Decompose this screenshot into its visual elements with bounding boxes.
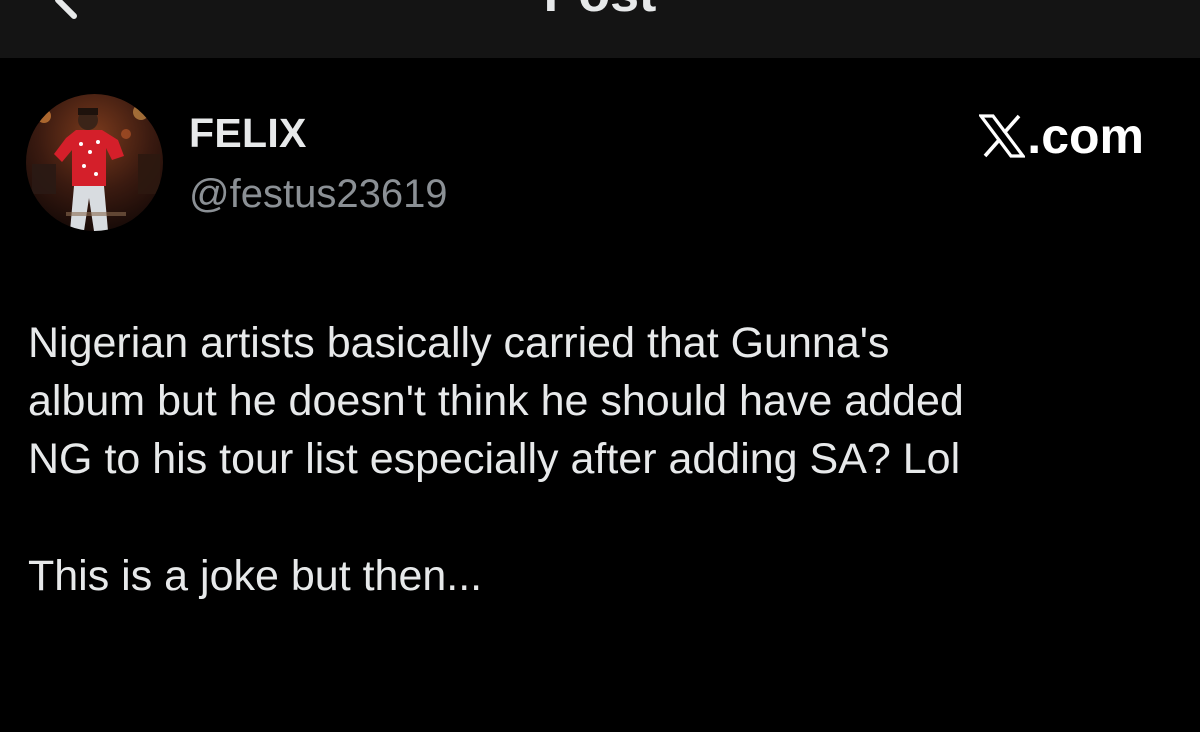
author-handle[interactable]: @festus23619 [189, 170, 448, 218]
top-navigation-bar: Post [0, 0, 1200, 58]
page-title: Post [0, 0, 1200, 24]
tweet-text-line: NG to his tour list especially after add… [28, 435, 961, 483]
tweet-text-line: Nigerian artists basically carried that … [28, 319, 890, 367]
source-brand: .com [979, 108, 1144, 164]
tweet-text-line: album but he doesn't think he should hav… [28, 377, 964, 425]
avatar[interactable] [26, 94, 163, 231]
source-domain-label: .com [1027, 108, 1144, 164]
tweet-closing-line: This is a joke but then... [28, 552, 483, 600]
tweet-text: Nigerian artists basically carried that … [28, 314, 1178, 605]
x-logo-icon [979, 113, 1026, 159]
author-name[interactable]: FELIX [189, 109, 307, 157]
profile-photo [26, 94, 163, 231]
post-screen: Post [0, 0, 1200, 732]
